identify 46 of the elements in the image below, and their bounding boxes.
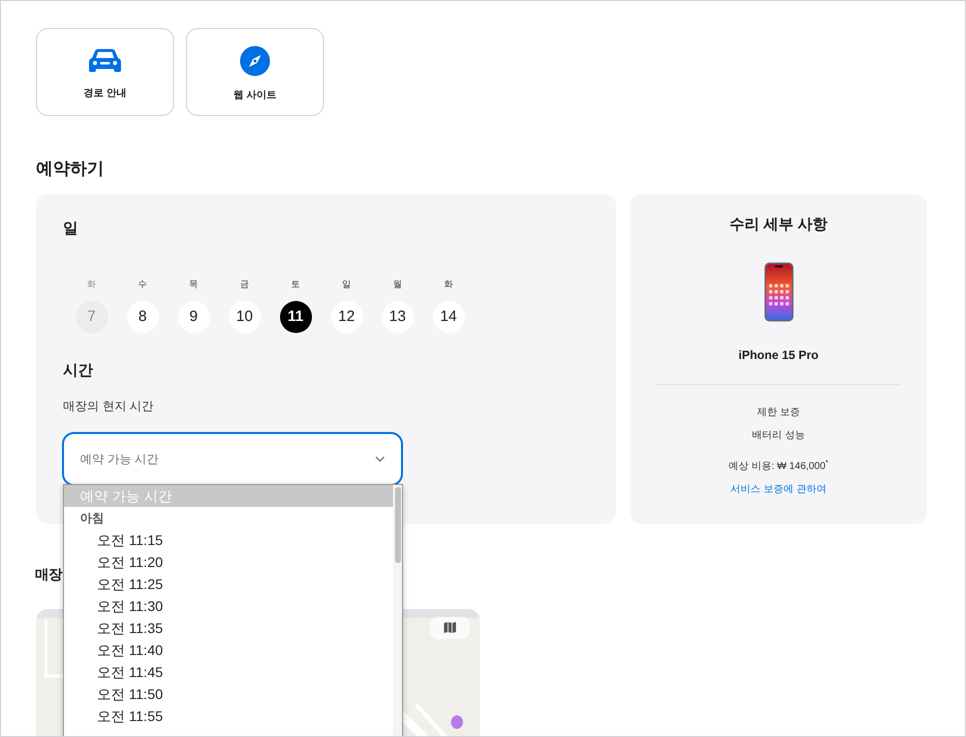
- coverage-item: 제한 보증: [757, 406, 800, 420]
- quick-action-button[interactable]: 웹 사이트: [186, 28, 324, 116]
- weekday-label: 일: [342, 278, 351, 290]
- quick-action-button[interactable]: 경로 안내: [36, 28, 174, 116]
- time-option[interactable]: 오전 11:20: [64, 551, 393, 573]
- map-view-button[interactable]: [430, 616, 470, 638]
- day-button[interactable]: 8: [126, 301, 158, 333]
- weekday-label: 월: [393, 278, 402, 290]
- day-button[interactable]: 9: [178, 301, 210, 333]
- device-name: iPhone 15 Pro: [738, 347, 819, 364]
- time-heading: 시간: [63, 360, 93, 380]
- phone-image: [764, 262, 794, 322]
- time-option[interactable]: 오전 11:50: [64, 683, 393, 705]
- weekday-label: 수: [138, 278, 147, 290]
- section-heading: 매장: [35, 564, 62, 584]
- date-heading: 일: [63, 218, 78, 238]
- time-subtitle: 매장의 현지 시간: [63, 398, 154, 414]
- time-select[interactable]: 예약 가능 시간: [62, 432, 403, 486]
- coverage-item: 배터리 성능: [752, 429, 805, 443]
- time-option[interactable]: 오전 11:30: [64, 595, 393, 617]
- option-group-label: 아침: [79, 510, 105, 527]
- time-option[interactable]: 오전 11:35: [64, 617, 393, 639]
- weekday-label: 화: [87, 278, 96, 290]
- day-button[interactable]: 11: [280, 301, 312, 333]
- weekday-label: 목: [189, 278, 198, 290]
- compass-icon: [240, 46, 270, 76]
- day-button[interactable]: 12: [330, 301, 362, 333]
- warranty-link[interactable]: 서비스 보증에 관하여: [730, 482, 826, 497]
- day-button[interactable]: 14: [432, 301, 464, 333]
- card-title: 수리 세부 사항: [729, 214, 828, 234]
- weekday-label: 토: [291, 278, 300, 290]
- time-option[interactable]: 오전 11:25: [64, 573, 393, 595]
- time-option[interactable]: 오전 11:55: [64, 705, 393, 727]
- weekday-label: 화: [444, 278, 453, 290]
- weekday-label: 금: [240, 278, 249, 290]
- time-option[interactable]: 오전 11:45: [64, 661, 393, 683]
- day-button[interactable]: 10: [228, 301, 260, 333]
- map-icon: [444, 622, 456, 633]
- time-option[interactable]: 오전 11:40: [64, 639, 393, 661]
- estimate-text: 예상 비용: ₩ 146,000$^{*}$: [728, 459, 828, 474]
- day-button[interactable]: 13: [382, 301, 414, 333]
- chevron-down-icon: [375, 456, 385, 462]
- scrollbar[interactable]: [393, 485, 402, 736]
- car-icon: [88, 48, 122, 74]
- time-option[interactable]: 오전 11:15: [64, 529, 393, 551]
- section-heading: 예약하기: [36, 158, 105, 180]
